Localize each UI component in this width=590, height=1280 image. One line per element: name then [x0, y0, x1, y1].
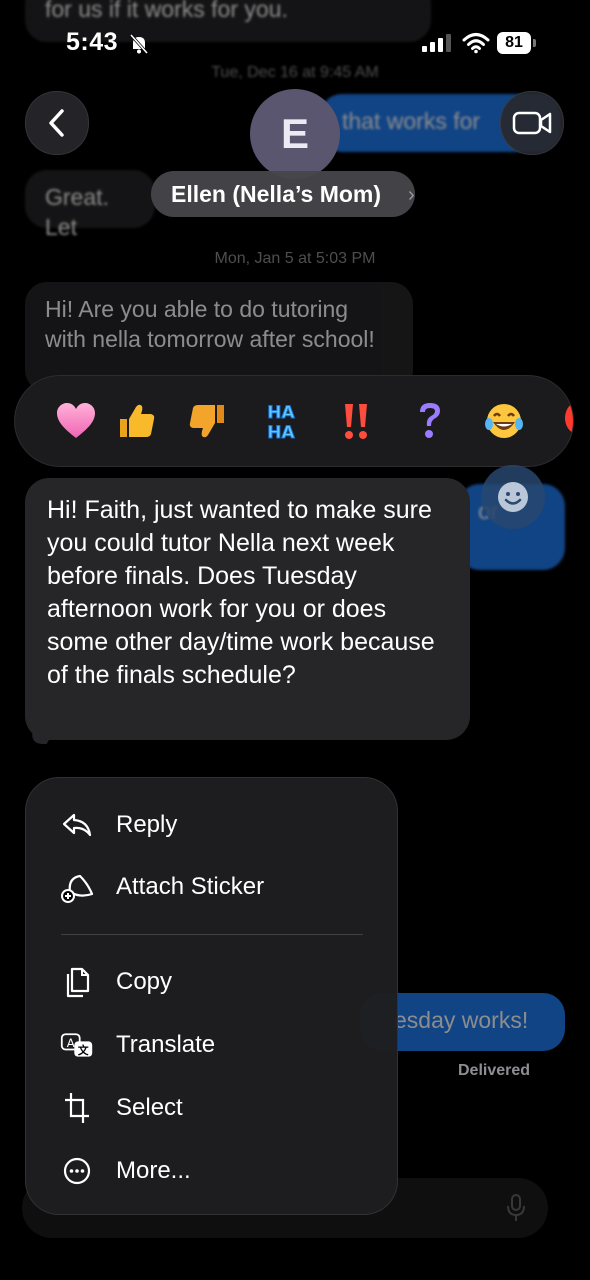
- timestamp: Mon, Jan 5 at 5:03 PM: [214, 250, 376, 267]
- haha-reaction-icon[interactable]: HA HA: [258, 398, 304, 444]
- exclamation-reaction-icon[interactable]: [333, 398, 379, 444]
- menu-label: Attach Sticker: [116, 873, 265, 900]
- battery-nub: [533, 39, 536, 47]
- tears-of-joy-reaction-icon[interactable]: [481, 398, 527, 444]
- heart-reaction-icon[interactable]: [53, 398, 99, 444]
- message-text: that works for: [342, 108, 481, 134]
- contact-avatar[interactable]: E: [250, 89, 340, 179]
- smiley-plus-icon: [498, 482, 528, 512]
- contact-name: Ellen (Nella’s Mom): [171, 180, 382, 207]
- selected-message-bubble[interactable]: Hi! Faith, just wanted to make sure you …: [24, 478, 470, 744]
- menu-divider: [61, 934, 363, 935]
- wifi-icon: [462, 32, 490, 59]
- facetime-video-button[interactable]: [500, 91, 564, 155]
- menu-label: Select: [116, 1094, 183, 1121]
- chevron-right-icon: ›: [408, 184, 415, 206]
- avatar-initial: E: [280, 110, 309, 157]
- svg-text:HA: HA: [267, 423, 295, 442]
- crop-select-icon: [60, 1091, 94, 1125]
- thumbs-down-reaction-icon[interactable]: [185, 398, 231, 444]
- silent-bell-icon: [128, 33, 150, 55]
- translate-icon: A文: [60, 1028, 94, 1062]
- menu-item-more[interactable]: More...: [60, 1151, 191, 1191]
- message-text: Great. Let: [45, 184, 109, 240]
- message-text: esday works!: [394, 1007, 529, 1033]
- menu-label: Copy: [116, 968, 173, 995]
- menu-item-translate[interactable]: A文 Translate: [60, 1025, 215, 1065]
- selected-message-text: Hi! Faith, just wanted to make sure you …: [47, 496, 435, 689]
- svg-text:A: A: [67, 1036, 75, 1050]
- menu-label: More...: [116, 1157, 191, 1184]
- status-time: 5:43: [66, 28, 119, 56]
- menu-item-reply[interactable]: Reply: [60, 805, 177, 845]
- message-text: for us if it works for you.: [45, 0, 288, 22]
- ellipsis-circle-icon: [60, 1154, 94, 1188]
- contact-name-button[interactable]: Ellen (Nella’s Mom): [151, 171, 416, 217]
- tapback-reaction-bar: HA HA: [14, 375, 574, 467]
- menu-label: Reply: [116, 811, 178, 838]
- menu-item-select[interactable]: Select: [60, 1088, 183, 1128]
- sticker-plus-icon: [60, 870, 94, 904]
- menu-item-copy[interactable]: Copy: [60, 962, 172, 1002]
- question-reaction-icon[interactable]: [407, 398, 453, 444]
- message-text: Hi! Are you able to do tutoring with nel…: [45, 296, 375, 352]
- back-button[interactable]: [25, 91, 89, 155]
- copy-icon: [60, 965, 94, 999]
- battery-indicator: 81: [497, 32, 531, 54]
- chevron-left-icon: [49, 109, 64, 137]
- menu-label: Translate: [116, 1031, 216, 1058]
- add-reaction-button[interactable]: [481, 465, 545, 529]
- thumbs-up-reaction-icon[interactable]: [113, 398, 159, 444]
- svg-text:文: 文: [78, 1044, 89, 1057]
- balloon-reaction-icon[interactable]: [555, 398, 573, 444]
- battery-level: 81: [505, 34, 523, 51]
- reply-arrow-icon: [60, 808, 94, 842]
- microphone-icon: [505, 1193, 527, 1223]
- message-context-menu: Reply Attach Sticker Copy A文 Translate S…: [25, 777, 398, 1215]
- delivered-label: Delivered: [458, 1062, 531, 1079]
- menu-item-attach-sticker[interactable]: Attach Sticker: [60, 867, 264, 907]
- incoming-message-bubble: Great. Let: [25, 170, 155, 240]
- video-camera-icon: [512, 111, 552, 135]
- timestamp: Tue, Dec 16 at 9:45 AM: [211, 64, 379, 81]
- svg-text:HA: HA: [267, 403, 295, 423]
- cellular-signal-icon: [422, 34, 452, 57]
